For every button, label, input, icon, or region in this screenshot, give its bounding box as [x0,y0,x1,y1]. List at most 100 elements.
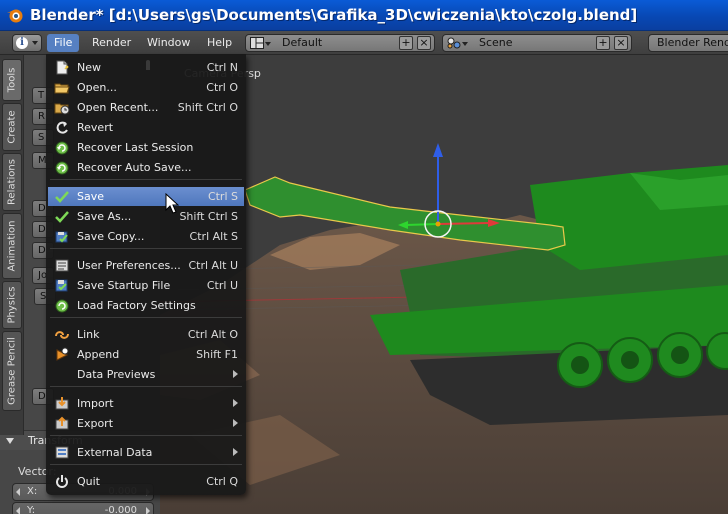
menu-item-data-previews[interactable]: Data Previews [48,365,244,384]
info-icon: i [16,37,28,49]
menu-item-label: Link [77,328,100,341]
menu-file[interactable]: File [47,34,80,52]
menu-item-shortcut: Ctrl S [207,190,238,203]
tab-label: Grease Pencil [6,337,18,405]
menu-item-label: Recover Auto Save... [77,161,192,174]
window-title: Blender* [d:\Users\gs\Documents\Grafika_… [30,6,638,24]
menu-item-shortcut: Shift Ctrl S [179,210,238,223]
render-engine-select[interactable]: Blender Render [648,34,728,52]
z-axis-arrow-icon[interactable] [433,143,443,157]
menu-item-new[interactable]: New Ctrl N [48,58,244,77]
add-layout-icon[interactable]: + [399,36,413,50]
field-label: X: [27,486,38,497]
menu-item-save-startup-file[interactable]: Save Startup File Ctrl U [48,276,244,295]
menu-item-recover-auto-save[interactable]: Recover Auto Save... [48,158,244,177]
decrement-icon[interactable] [16,507,20,514]
menu-item-revert[interactable]: Revert [48,118,244,137]
scene-icon [447,37,461,49]
close-icon[interactable]: × [614,36,628,50]
menu-item-save-copy[interactable]: Save Copy... Ctrl Alt S [48,227,244,246]
menu-item-shortcut: Ctrl Alt U [188,259,238,272]
menu-item-import[interactable]: Import [48,394,244,413]
vector-y-field[interactable]: Y: -0.000 [12,502,154,514]
menu-item-shortcut: Ctrl Alt S [189,230,238,243]
tab-label: Tools [6,67,18,93]
open-recent-icon [54,103,70,115]
editor-type-button[interactable]: i [12,34,42,52]
menu-item-link[interactable]: Link Ctrl Alt O [48,325,244,344]
chevron-down-icon [265,42,271,46]
scene-select[interactable]: Scene + × [442,34,632,52]
menu-item-label: Data Previews [77,368,156,381]
panel-collapse-icon[interactable] [36,175,46,187]
menu-item-save-as[interactable]: Save As... Shift Ctrl S [48,207,244,226]
tab-grease-pencil[interactable]: Grease Pencil [2,331,22,411]
menu-item-recover-last-session[interactable]: Recover Last Session [48,138,244,157]
menu-item-label: Save Copy... [77,230,145,243]
tab-physics[interactable]: Physics [2,281,22,329]
chevron-down-icon [6,438,14,444]
menu-item-shortcut: Ctrl O [206,81,238,94]
menu-item-export[interactable]: Export [48,414,244,433]
menu-item-label: Append [77,348,120,361]
menu-window[interactable]: Window [140,34,197,52]
menu-help[interactable]: Help [200,34,239,52]
menu-item-label: External Data [77,446,153,459]
submenu-arrow-icon [233,370,238,378]
chevron-down-icon [462,42,468,46]
menu-item-open[interactable]: Open... Ctrl O [48,78,244,97]
load-factory-icon [55,299,69,313]
export-icon [55,416,69,430]
tab-animation[interactable]: Animation [2,213,22,279]
menu-item-label: Quit [77,475,100,488]
layout-icon [250,37,264,49]
shelf-tabs: Tools Create Relations Animation Physics… [0,55,24,435]
menu-item-open-recent[interactable]: Open Recent... Shift Ctrl O [48,98,244,117]
checkmark-icon [55,211,69,223]
add-scene-icon[interactable]: + [596,36,610,50]
submenu-arrow-icon [233,419,238,427]
menu-item-shortcut: Ctrl Alt O [187,328,238,341]
menu-item-load-factory-settings[interactable]: Load Factory Settings [48,296,244,315]
menu-item-label: User Preferences... [77,259,181,272]
menu-item-label: Load Factory Settings [77,299,196,312]
link-icon [55,331,69,339]
screen-layout-select[interactable]: Default + × [245,34,435,52]
menu-item-save[interactable]: Save Ctrl S [48,187,244,206]
tab-relations[interactable]: Relations [2,153,22,211]
menu-item-label: New [77,61,101,74]
preferences-icon [55,259,69,272]
menu-item-label: Recover Last Session [77,141,194,154]
field-label: Y: [27,505,36,514]
increment-icon[interactable] [146,507,150,514]
decrement-icon[interactable] [16,488,20,496]
tab-tools[interactable]: Tools [2,59,22,101]
blender-logo-icon [7,9,23,23]
menu-item-shortcut: Shift Ctrl O [177,101,238,114]
menu-item-quit[interactable]: Quit Ctrl Q [48,472,244,491]
recover-icon [55,161,69,175]
tab-create[interactable]: Create [2,103,22,151]
close-icon[interactable]: × [417,36,431,50]
menu-render[interactable]: Render [85,34,138,52]
menu-item-label: Import [77,397,114,410]
tab-label: Animation [6,220,18,272]
menu-item-label: Save [77,190,105,203]
menu-separator [50,248,242,249]
menu-separator [50,464,242,465]
tab-label: Relations [6,159,18,205]
menu-item-shortcut: Ctrl Q [206,475,238,488]
info-header: i File Render Window Help Default + × Sc… [0,31,728,55]
submenu-arrow-icon [233,399,238,407]
menu-item-label: Revert [77,121,114,134]
menu-item-shortcut: Ctrl N [206,61,238,74]
menu-item-external-data[interactable]: External Data [48,443,244,462]
new-file-icon [56,60,69,75]
window-titlebar[interactable]: Blender* [d:\Users\gs\Documents\Grafika_… [0,0,728,31]
menu-item-append[interactable]: Append Shift F1 [48,345,244,364]
submenu-arrow-icon [233,448,238,456]
chevron-down-icon [32,41,38,45]
menu-separator [50,317,242,318]
menu-item-user-preferences[interactable]: User Preferences... Ctrl Alt U [48,256,244,275]
folder-icon [54,83,70,94]
